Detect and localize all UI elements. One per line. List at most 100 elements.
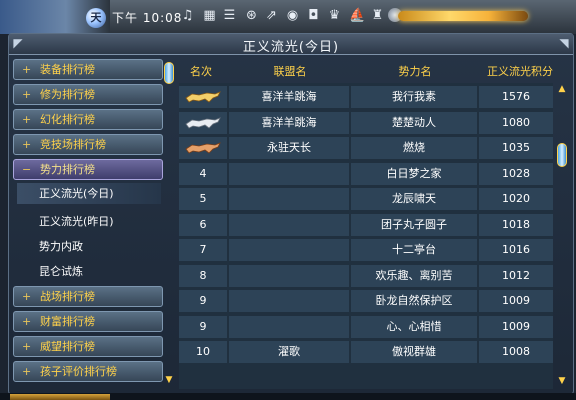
header-score: 正义流光积分 bbox=[487, 65, 553, 78]
alliance-cell bbox=[229, 238, 349, 262]
grid-icon[interactable]: ▦ bbox=[202, 8, 217, 23]
sidebar-subitem-faction-affairs[interactable]: 势力内政 bbox=[39, 238, 83, 254]
table-row[interactable]: 10 濯歌 傲视群雄 1008 bbox=[179, 340, 553, 364]
music-icon[interactable]: ♫ bbox=[180, 8, 195, 23]
chevron-down-icon[interactable]: ▼ bbox=[164, 374, 174, 386]
window-titlebar: ◤ 正义流光(今日) ◥ bbox=[9, 34, 573, 55]
faction-cell: 欢乐趣、离别苦 bbox=[375, 268, 453, 282]
faction-cell: 白日梦之家 bbox=[386, 166, 442, 180]
score-cell: 1009 bbox=[502, 294, 530, 307]
sidebar-item-wealth[interactable]: + 财富排行榜 bbox=[13, 311, 163, 332]
table-row[interactable]: 喜洋羊跳海 楚楚动人 1080 bbox=[179, 111, 553, 135]
alliance-cell bbox=[229, 264, 349, 288]
plus-icon: + bbox=[22, 315, 32, 328]
header-faction: 势力名 bbox=[398, 65, 432, 78]
game-clock: 下午 10:08 bbox=[112, 11, 183, 25]
rank-number: 8 bbox=[199, 268, 207, 282]
table-row[interactable]: 4 白日梦之家 1028 bbox=[179, 162, 553, 186]
settings-icon[interactable]: ⊛ bbox=[244, 8, 259, 23]
faction-cell: 傲视群雄 bbox=[392, 345, 436, 358]
alliance-cell bbox=[229, 187, 349, 211]
table-scroll-thumb[interactable] bbox=[557, 143, 567, 167]
sidebar-subitem-justice-today[interactable]: 正义流光(今日) bbox=[17, 183, 161, 204]
bottom-bar bbox=[0, 393, 576, 400]
server-gem-icon[interactable]: 天 bbox=[86, 8, 106, 28]
mail-icon[interactable]: ☰ bbox=[222, 8, 237, 23]
alliance-cell bbox=[229, 162, 349, 186]
plus-icon: + bbox=[22, 88, 32, 101]
table-row[interactable]: 6 团子丸子圆子 1018 bbox=[179, 213, 553, 237]
rank-number: 9 bbox=[199, 294, 207, 307]
alliance-cell bbox=[229, 289, 349, 313]
sword-banner-icon bbox=[398, 11, 528, 21]
faction-cell: 心、心相惜 bbox=[386, 319, 442, 333]
table-row[interactable]: 9 心、心相惜 1009 bbox=[179, 315, 553, 339]
rank-cell bbox=[179, 136, 227, 160]
ranking-table: 名次 联盟名 势力名 正义流光积分 喜洋羊跳海 我行我素 1576 喜洋羊跳海 楚楚动人… bbox=[179, 59, 567, 389]
table-row[interactable]: 9 卧龙自然保护区 1009 bbox=[179, 289, 553, 313]
rank-number: 4 bbox=[199, 166, 207, 180]
rank-number: 6 bbox=[199, 217, 207, 231]
gold-wolf-icon bbox=[185, 91, 221, 103]
table-row[interactable]: 5 龙辰啸天 1020 bbox=[179, 187, 553, 211]
rank-cell: 4 bbox=[179, 162, 227, 186]
sidebar-item-cultivation[interactable]: + 修为排行榜 bbox=[13, 84, 163, 105]
faction-cell: 十二亭台 bbox=[392, 243, 436, 256]
rank-number: 7 bbox=[199, 243, 207, 256]
sidebar-subitem-justice-yesterday[interactable]: 正义流光(昨日) bbox=[39, 213, 114, 229]
table-scrollbar[interactable]: ▲ ▼ bbox=[557, 83, 567, 389]
boat-icon[interactable]: ⛵ bbox=[349, 8, 365, 23]
ranking-window: ◤ 正义流光(今日) ◥ + 装备排行榜 + 修为排行榜 + 幻化排行榜 + 竞… bbox=[8, 33, 574, 395]
score-cell: 1080 bbox=[502, 115, 530, 129]
rank-cell: 9 bbox=[179, 289, 227, 313]
score-cell: 1028 bbox=[502, 166, 530, 180]
sidebar-scrollbar[interactable]: ▼ bbox=[164, 60, 174, 386]
sidebar-subitem-kunlun-trial[interactable]: 昆仑试炼 bbox=[39, 263, 83, 279]
sidebar-item-equipment[interactable]: + 装备排行榜 bbox=[13, 59, 163, 80]
sidebar-item-children[interactable]: + 孩子评价排行榜 bbox=[13, 361, 163, 382]
chevron-up-icon[interactable]: ▲ bbox=[557, 83, 567, 95]
table-row[interactable]: 喜洋羊跳海 我行我素 1576 bbox=[179, 85, 553, 109]
minus-icon: − bbox=[22, 163, 32, 176]
alliance-cell: 喜洋羊跳海 bbox=[261, 90, 317, 103]
sidebar-item-transform[interactable]: + 幻化排行榜 bbox=[13, 109, 163, 130]
rank-cell: 8 bbox=[179, 264, 227, 288]
plus-icon: + bbox=[22, 113, 32, 126]
rank-cell bbox=[179, 85, 227, 109]
sidebar-item-prestige[interactable]: + 威望排行榜 bbox=[13, 336, 163, 357]
rank-number: 10 bbox=[196, 345, 210, 358]
alliance-cell: 喜洋羊跳海 bbox=[261, 115, 317, 129]
rank-cell: 6 bbox=[179, 213, 227, 237]
table-row[interactable]: 7 十二亭台 1016 bbox=[179, 238, 553, 262]
share-icon[interactable]: ⇗ bbox=[264, 8, 279, 23]
sidebar-item-battlefield[interactable]: + 战场排行榜 bbox=[13, 286, 163, 307]
faction-cell: 我行我素 bbox=[392, 90, 436, 103]
score-cell: 1012 bbox=[502, 268, 530, 282]
score-cell: 1035 bbox=[502, 141, 530, 154]
chevron-down-icon[interactable]: ▼ bbox=[557, 375, 567, 387]
game-status-bar: 天 下午 10:08 ♫ ▦ ☰ ⊛ ⇗ ◉ ◘ ♛ ⛵ ♜ bbox=[0, 0, 576, 34]
table-row[interactable]: 8 欢乐趣、离别苦 1012 bbox=[179, 264, 553, 288]
score-cell: 1576 bbox=[502, 90, 530, 103]
camera-icon[interactable]: ◘ bbox=[306, 8, 321, 23]
score-cell: 1020 bbox=[502, 192, 530, 205]
alliance-cell: 永驻天长 bbox=[267, 141, 311, 154]
hat-icon[interactable]: ♜ bbox=[370, 8, 385, 23]
plus-icon: + bbox=[22, 365, 32, 378]
sidebar-item-arena[interactable]: + 竞技场排行榜 bbox=[13, 134, 163, 155]
alliance-cell: 濯歌 bbox=[278, 345, 300, 358]
plus-icon: + bbox=[22, 138, 32, 151]
plus-icon: + bbox=[22, 340, 32, 353]
window-title: 正义流光(今日) bbox=[242, 40, 340, 55]
sidebar-item-faction[interactable]: − 势力排行榜 bbox=[13, 159, 163, 180]
alliance-cell bbox=[229, 315, 349, 339]
bronze-wolf-icon bbox=[185, 142, 221, 154]
sidebar-scroll-thumb[interactable] bbox=[164, 62, 174, 84]
rank-number: 5 bbox=[199, 192, 207, 205]
alliance-cell bbox=[229, 213, 349, 237]
table-row[interactable]: 永驻天长 燃烧 1035 bbox=[179, 136, 553, 160]
trophy-icon[interactable]: ♛ bbox=[327, 8, 342, 23]
exp-bar bbox=[10, 394, 110, 400]
rank-number: 9 bbox=[199, 319, 207, 333]
globe-icon[interactable]: ◉ bbox=[285, 8, 300, 23]
